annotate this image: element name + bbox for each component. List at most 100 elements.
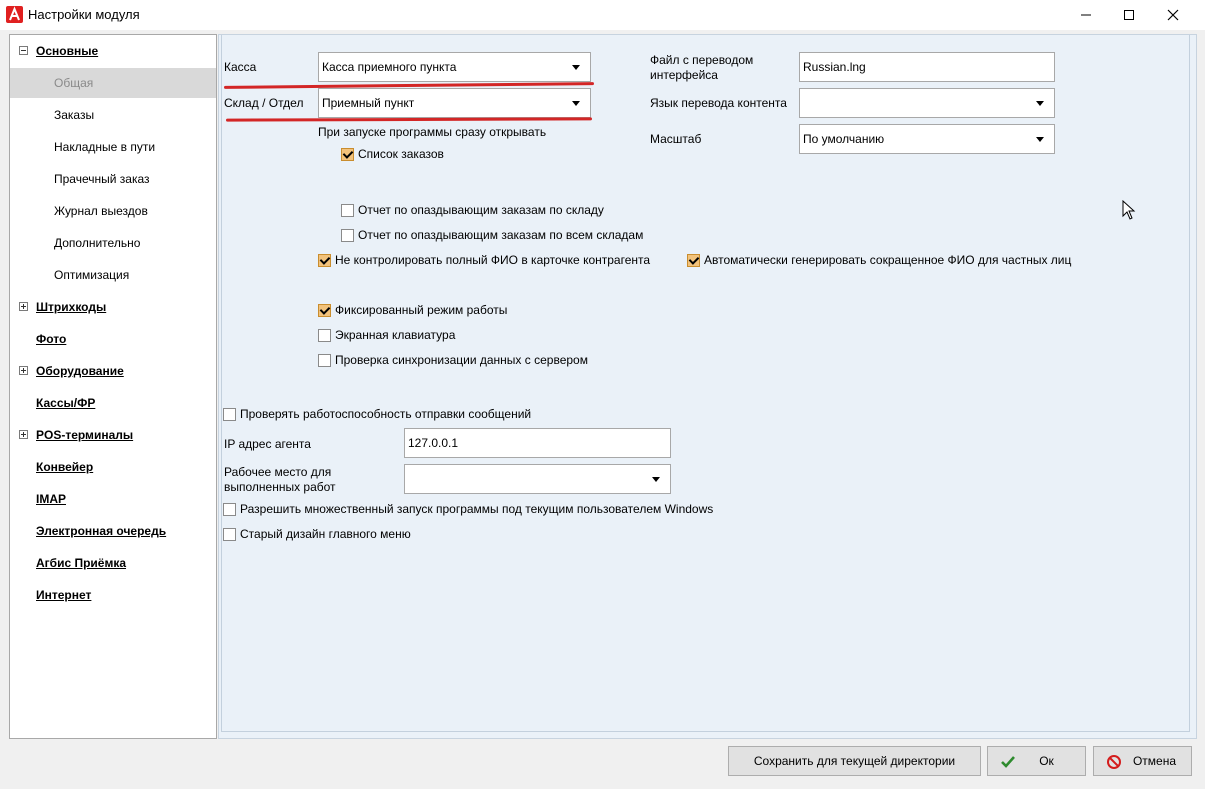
maximize-button[interactable]: [1106, 0, 1152, 30]
checkbox-checked-icon: [318, 304, 331, 317]
tree-item-label: Интернет: [36, 588, 92, 602]
tree-item-pos[interactable]: POS-терминалы: [10, 420, 216, 450]
checkbox-label: Отчет по опаздывающим заказам по складу: [358, 203, 604, 217]
tree-item-agbis[interactable]: Агбис Приёмка: [10, 548, 216, 578]
tree-item-shtrihkody[interactable]: Штрихкоды: [10, 292, 216, 322]
tree-item-oborudovanie[interactable]: Оборудование: [10, 356, 216, 386]
tree-item-zakazy[interactable]: Заказы: [10, 100, 216, 130]
cancel-icon: [1107, 755, 1121, 769]
dropdown-arrow-icon: [652, 477, 660, 482]
tree-item-label: Агбис Приёмка: [36, 556, 127, 570]
tree-item-label: Прачечный заказ: [54, 172, 150, 186]
close-button[interactable]: [1150, 0, 1196, 30]
dropdown-arrow-icon: [1036, 137, 1044, 142]
checkbox-icon: [223, 503, 236, 516]
tree-item-label: IMAP: [36, 492, 66, 506]
checkbox-label: Экранная клавиатура: [335, 328, 456, 342]
app-logo-icon: [6, 6, 23, 23]
tree-item-zhurnal[interactable]: Журнал выездов: [10, 196, 216, 226]
checkbox-checked-icon: [687, 254, 700, 267]
kassa-value: Касса приемного пункта: [322, 60, 457, 74]
tree-item-nakladnye[interactable]: Накладные в пути: [10, 132, 216, 162]
collapse-icon[interactable]: [19, 46, 28, 55]
tree-item-label: Основные: [36, 44, 99, 58]
checkbox-icon: [341, 204, 354, 217]
tree-item-label: Оборудование: [36, 364, 124, 378]
minimize-button[interactable]: [1063, 0, 1109, 30]
tree-item-dopolnitelno[interactable]: Дополнительно: [10, 228, 216, 258]
checkbox-icon: [318, 329, 331, 342]
content-lang-label: Язык перевода контента: [650, 96, 787, 110]
checkbox-checked-icon: [341, 148, 354, 161]
checkbox-label: Старый дизайн главного меню: [240, 527, 411, 541]
save-dir-button[interactable]: Сохранить для текущей директории: [728, 746, 981, 776]
tree-item-kassy[interactable]: Кассы/ФР: [10, 388, 216, 418]
tree-item-label: Оптимизация: [54, 268, 130, 282]
checkbox-checked-icon: [318, 254, 331, 267]
expand-icon[interactable]: [19, 430, 28, 439]
tree-item-obshchaya[interactable]: Общая: [10, 68, 216, 98]
checkbox-label: Не контролировать полный ФИО в карточке …: [335, 253, 651, 267]
checkbox-label: Проверять работоспособность отправки соо…: [240, 407, 532, 421]
sklad-label: Склад / Отдел: [224, 96, 304, 110]
checkbox-icon: [341, 229, 354, 242]
tree-item-label: Конвейер: [36, 460, 94, 474]
tree-item-osnovnye[interactable]: Основные: [10, 36, 216, 66]
expand-icon[interactable]: [19, 302, 28, 311]
checkbox-label: Отчет по опаздывающим заказам по всем ск…: [358, 228, 644, 242]
tree-item-label: Фото: [36, 332, 67, 346]
check-icon: [1001, 756, 1015, 768]
dropdown-arrow-icon: [572, 101, 580, 106]
tree-item-label: Журнал выездов: [54, 204, 148, 218]
tree-item-label: Накладные в пути: [54, 140, 156, 154]
checkbox-icon: [223, 528, 236, 541]
tree-item-foto[interactable]: Фото: [10, 324, 216, 354]
settings-tree[interactable]: Основные Общая Заказы Накладные в пути П…: [9, 34, 217, 739]
expand-icon[interactable]: [19, 366, 28, 375]
title-bar: Настройки модуля: [0, 0, 1205, 30]
lang-file-value: Russian.lng: [803, 60, 866, 74]
lang-file-input[interactable]: Russian.lng: [799, 52, 1055, 82]
checkbox-label: Список заказов: [358, 147, 444, 161]
workplace-select[interactable]: [404, 464, 671, 494]
scale-value: По умолчанию: [803, 132, 885, 146]
ip-agent-value: 127.0.0.1: [408, 436, 459, 450]
sklad-value: Приемный пункт: [322, 96, 415, 110]
tree-item-label: Штрихкоды: [36, 300, 107, 314]
tree-item-ochered[interactable]: Электронная очередь: [10, 516, 216, 546]
workplace-label-line2: выполненных работ: [224, 480, 336, 494]
checkbox-label: Фиксированный режим работы: [335, 303, 508, 317]
tree-item-optimizaciya[interactable]: Оптимизация: [10, 260, 216, 290]
maximize-icon: [1124, 10, 1134, 20]
checkbox-icon: [318, 354, 331, 367]
lang-file-label-line2: интерфейса: [650, 68, 718, 82]
checkbox-label: Разрешить множественный запуск программы…: [240, 502, 714, 516]
content-lang-select[interactable]: [799, 88, 1055, 118]
ip-agent-label: IP адрес агента: [224, 437, 311, 451]
sklad-select[interactable]: Приемный пункт: [318, 88, 591, 118]
startup-label: При запуске программы сразу открывать: [318, 125, 547, 139]
tree-item-label: Электронная очередь: [36, 524, 167, 538]
close-icon: [1167, 9, 1179, 21]
workplace-label-line1: Рабочее место для: [224, 465, 332, 479]
dropdown-arrow-icon: [1036, 101, 1044, 106]
mouse-cursor-icon: [1122, 200, 1136, 220]
tree-item-prachechny[interactable]: Прачечный заказ: [10, 164, 216, 194]
ok-button[interactable]: Ок: [987, 746, 1086, 776]
tree-item-label: POS-терминалы: [36, 428, 134, 442]
kassa-select[interactable]: Касса приемного пункта: [318, 52, 591, 82]
kassa-label: Касса: [224, 60, 257, 74]
save-dir-label: Сохранить для текущей директории: [753, 754, 956, 768]
tree-item-konveyer[interactable]: Конвейер: [10, 452, 216, 482]
checkbox-icon: [223, 408, 236, 421]
tree-item-label: Кассы/ФР: [36, 396, 96, 410]
window-title: Настройки модуля: [28, 7, 140, 22]
cancel-button[interactable]: Отмена: [1093, 746, 1192, 776]
scale-label: Масштаб: [650, 132, 702, 146]
minimize-icon: [1081, 14, 1091, 16]
tree-item-internet[interactable]: Интернет: [10, 580, 216, 610]
tree-item-imap[interactable]: IMAP: [10, 484, 216, 514]
checkbox-label: Автоматически генерировать сокращенное Ф…: [704, 253, 1072, 267]
ip-agent-input[interactable]: 127.0.0.1: [404, 428, 671, 458]
scale-select[interactable]: По умолчанию: [799, 124, 1055, 154]
